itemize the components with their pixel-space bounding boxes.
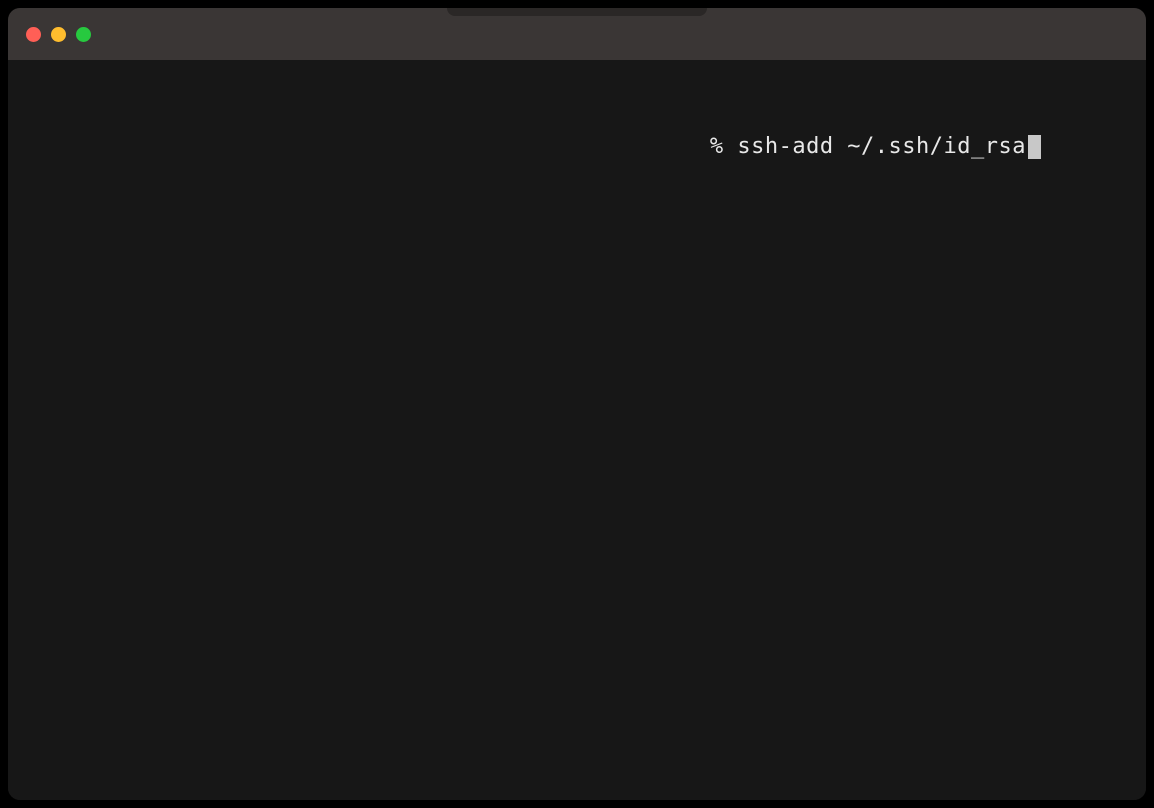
prompt-symbol: % bbox=[710, 130, 738, 163]
command-text: ssh-add ~/.ssh/id_rsa bbox=[737, 130, 1026, 163]
minimize-button[interactable] bbox=[51, 27, 66, 42]
command-line: % ssh-add ~/.ssh/id_rsa bbox=[710, 130, 1041, 163]
close-button[interactable] bbox=[26, 27, 41, 42]
terminal-body[interactable]: % ssh-add ~/.ssh/id_rsa bbox=[8, 60, 1146, 800]
maximize-button[interactable] bbox=[76, 27, 91, 42]
title-notch bbox=[447, 8, 707, 16]
title-bar bbox=[8, 8, 1146, 60]
terminal-window: % ssh-add ~/.ssh/id_rsa bbox=[8, 8, 1146, 800]
cursor-icon bbox=[1028, 135, 1041, 159]
